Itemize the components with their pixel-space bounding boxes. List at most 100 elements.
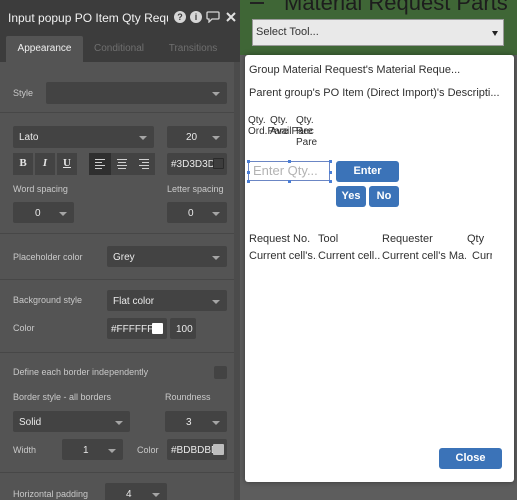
qty-received-header: Qty. Rec Pare bbox=[296, 115, 318, 148]
roundness-value: 3 bbox=[186, 417, 192, 428]
qty-input-placeholder: Enter Qty... bbox=[253, 163, 318, 178]
table-cell: Current cell's Ma... bbox=[382, 250, 466, 262]
selection-handle[interactable] bbox=[247, 171, 250, 174]
table-header-tool: Tool bbox=[318, 233, 339, 245]
divider bbox=[0, 112, 240, 113]
selection-handle[interactable] bbox=[247, 180, 250, 183]
font-size-value: 20 bbox=[186, 132, 198, 143]
table-cell: Current cell's... bbox=[249, 250, 317, 262]
chevron-down-icon bbox=[59, 212, 67, 216]
background-style-label: Background style bbox=[13, 295, 83, 305]
border-width-label: Width bbox=[13, 445, 37, 455]
divider bbox=[0, 233, 240, 234]
background-color-swatch[interactable] bbox=[152, 323, 163, 334]
table-cell: Current cell... bbox=[318, 250, 381, 262]
horizontal-padding-dropdown[interactable]: 4 bbox=[105, 483, 167, 500]
underline-button[interactable]: U bbox=[57, 153, 77, 175]
background-opacity-value: 100 bbox=[176, 324, 193, 335]
yes-button[interactable]: Yes bbox=[336, 186, 366, 207]
background-header: Material Request Parts Select Tool... bbox=[240, 0, 517, 55]
letter-spacing-value: 0 bbox=[188, 208, 194, 219]
font-family-value: Lato bbox=[19, 132, 39, 143]
word-spacing-dropdown[interactable]: 0 bbox=[13, 202, 74, 223]
italic-button[interactable]: I bbox=[35, 153, 55, 175]
horizontal-padding-label: Horizontal padding bbox=[13, 489, 89, 499]
qty-request-popup: Group Material Request's Material Reque.… bbox=[245, 55, 514, 482]
menu-icon bbox=[250, 0, 264, 4]
roundness-dropdown[interactable]: 3 bbox=[165, 411, 227, 432]
align-center-icon[interactable] bbox=[111, 153, 133, 175]
table-cell: Curr bbox=[472, 250, 492, 262]
chevron-down-icon bbox=[212, 421, 220, 425]
chevron-down-icon bbox=[212, 256, 220, 260]
border-style-label: Border style - all borders bbox=[13, 392, 112, 402]
chevron-down-icon bbox=[212, 92, 220, 96]
text-color-swatch[interactable] bbox=[213, 158, 224, 169]
property-editor: Input popup PO Item Qty Request ? i Appe… bbox=[0, 0, 240, 500]
style-label: Style bbox=[13, 88, 34, 98]
word-spacing-value: 0 bbox=[35, 208, 41, 219]
background-style-value: Flat color bbox=[113, 296, 155, 307]
help-icon[interactable]: ? bbox=[174, 11, 186, 23]
select-tool-dropdown[interactable]: Select Tool... bbox=[252, 19, 504, 46]
select-tool-value: Select Tool... bbox=[256, 26, 319, 38]
font-size-dropdown[interactable]: 20 bbox=[167, 126, 227, 148]
style-dropdown[interactable] bbox=[46, 82, 227, 104]
background-opacity-field[interactable]: 100 bbox=[170, 318, 196, 339]
enter-button[interactable]: Enter bbox=[336, 161, 399, 182]
chevron-down-icon bbox=[152, 493, 160, 497]
border-width-value: 1 bbox=[83, 445, 89, 456]
border-style-dropdown[interactable]: Solid bbox=[13, 411, 130, 432]
tab-appearance[interactable]: Appearance bbox=[6, 36, 83, 62]
no-button[interactable]: No bbox=[369, 186, 399, 207]
chevron-down-icon bbox=[492, 31, 498, 36]
comment-icon[interactable] bbox=[206, 11, 220, 23]
chevron-down-icon bbox=[115, 421, 123, 425]
horizontal-padding-value: 4 bbox=[126, 489, 132, 500]
border-style-value: Solid bbox=[19, 417, 42, 428]
divider bbox=[0, 472, 240, 473]
info-icon[interactable]: i bbox=[190, 11, 202, 23]
letter-spacing-label: Letter spacing bbox=[167, 184, 224, 194]
selection-handle[interactable] bbox=[247, 160, 250, 163]
chevron-down-icon bbox=[108, 449, 116, 453]
tab-conditional[interactable]: Conditional bbox=[88, 36, 150, 62]
define-borders-checkbox[interactable] bbox=[214, 366, 227, 379]
bold-button[interactable]: B bbox=[13, 153, 33, 175]
border-color-swatch[interactable] bbox=[213, 444, 224, 455]
close-icon[interactable] bbox=[226, 12, 236, 22]
qty-ordered-header: Qty. Ord.Pare bbox=[248, 115, 289, 137]
tab-transitions[interactable]: Transitions bbox=[160, 36, 226, 62]
border-width-dropdown[interactable]: 1 bbox=[62, 439, 123, 460]
chevron-down-icon bbox=[139, 136, 147, 140]
border-color-value: #BDBDBD bbox=[171, 445, 219, 456]
align-right-icon[interactable] bbox=[133, 153, 155, 175]
placeholder-color-label: Placeholder color bbox=[13, 252, 83, 262]
background-style-dropdown[interactable]: Flat color bbox=[107, 290, 227, 311]
selection-handle[interactable] bbox=[288, 180, 291, 183]
text-color-value: #3D3D3D bbox=[171, 159, 215, 170]
align-left-icon[interactable] bbox=[89, 153, 111, 175]
qty-input[interactable]: Enter Qty... bbox=[248, 161, 330, 181]
editor-tabs: Appearance Conditional Transitions bbox=[0, 36, 240, 62]
selection-handle[interactable] bbox=[288, 160, 291, 163]
chevron-down-icon bbox=[212, 300, 220, 304]
chevron-down-icon bbox=[212, 212, 220, 216]
font-family-dropdown[interactable]: Lato bbox=[13, 126, 154, 148]
property-editor-titlebar[interactable]: Input popup PO Item Qty Request ? i bbox=[0, 0, 240, 36]
scrollbar[interactable] bbox=[234, 62, 240, 500]
selection-handle[interactable] bbox=[329, 180, 332, 183]
selection-handle[interactable] bbox=[329, 171, 332, 174]
element-name[interactable]: Input popup PO Item Qty Request bbox=[8, 11, 168, 25]
word-spacing-label: Word spacing bbox=[13, 184, 68, 194]
background-color-label: Color bbox=[13, 323, 35, 333]
letter-spacing-dropdown[interactable]: 0 bbox=[167, 202, 227, 223]
table-header-requester: Requester bbox=[382, 233, 433, 245]
popup-text-material-request: Group Material Request's Material Reque.… bbox=[249, 64, 461, 76]
table-header-qty: Qty bbox=[467, 233, 485, 245]
roundness-label: Roundness bbox=[165, 392, 211, 402]
background-page-title: Material Request Parts bbox=[284, 0, 508, 15]
selection-handle[interactable] bbox=[329, 160, 332, 163]
placeholder-color-dropdown[interactable]: Grey bbox=[107, 246, 227, 267]
close-button[interactable]: Close bbox=[439, 448, 502, 469]
